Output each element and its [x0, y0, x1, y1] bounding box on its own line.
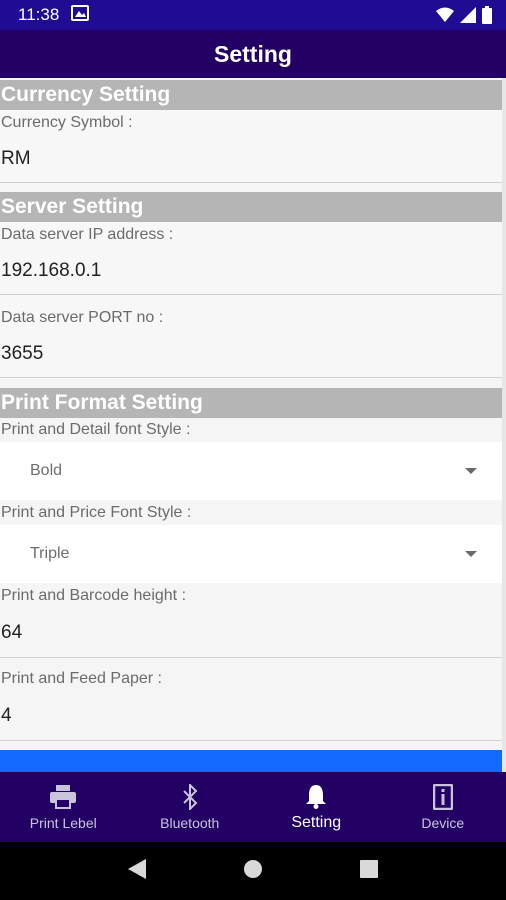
server-section-header: Server Setting: [0, 192, 502, 222]
info-icon: [432, 783, 453, 811]
server-ip-field[interactable]: 192.168.0.1: [1, 260, 101, 282]
barcode-height-field[interactable]: 64: [1, 622, 22, 644]
feed-paper-field[interactable]: 4: [1, 705, 12, 727]
detail-font-style-label: Print and Detail font Style :: [1, 421, 191, 438]
signal-icon: [460, 7, 476, 28]
nav-device[interactable]: Device: [380, 772, 506, 842]
home-icon[interactable]: [243, 859, 263, 884]
print-format-section-header: Print Format Setting: [0, 388, 502, 418]
server-port-label: Data server PORT no :: [1, 309, 164, 326]
status-time: 11:38: [18, 5, 60, 24]
bluetooth-icon: [182, 783, 198, 811]
nav-bluetooth[interactable]: Bluetooth: [127, 772, 254, 842]
app-bar: Setting: [0, 30, 506, 78]
settings-content[interactable]: Currency Setting Currency Symbol : RM Se…: [0, 78, 502, 772]
nav-print-label-text: Print Lebel: [29, 815, 97, 831]
server-port-field[interactable]: 3655: [1, 343, 43, 365]
price-font-style-value: Triple: [30, 545, 70, 562]
bottom-navigation: Print Lebel Bluetooth Setting Device: [0, 772, 506, 842]
price-font-style-label: Print and Price Font Style :: [1, 504, 192, 521]
detail-font-style-value: Bold: [30, 462, 63, 479]
printer-icon: [50, 783, 77, 811]
divider: [0, 657, 502, 658]
battery-icon: [482, 6, 492, 29]
barcode-height-label: Print and Barcode height :: [1, 587, 187, 604]
page-title: Setting: [214, 40, 292, 67]
bell-icon: [305, 782, 327, 810]
price-font-style-select[interactable]: Triple: [0, 525, 502, 583]
dropdown-caret-icon: [465, 468, 477, 474]
currency-symbol-field[interactable]: RM: [1, 148, 31, 170]
wifi-icon: [436, 7, 454, 28]
gallery-notification-icon: [71, 4, 90, 26]
recents-icon[interactable]: [359, 859, 378, 883]
nav-device-text: Device: [421, 815, 465, 831]
detail-font-style-select[interactable]: Bold: [0, 442, 502, 500]
feed-paper-label: Print and Feed Paper :: [1, 670, 162, 687]
save-action-bar[interactable]: [0, 750, 502, 772]
divider: [0, 182, 502, 183]
scrollbar-track: [502, 78, 506, 772]
system-navigation-bar: [0, 842, 506, 900]
back-icon[interactable]: [128, 858, 147, 884]
status-bar: 11:38: [0, 0, 506, 30]
currency-section-header: Currency Setting: [0, 80, 502, 110]
nav-setting-text: Setting: [291, 814, 342, 831]
divider: [0, 377, 502, 378]
dropdown-caret-icon: [465, 551, 477, 557]
currency-symbol-label: Currency Symbol :: [1, 114, 133, 131]
nav-setting[interactable]: Setting: [253, 772, 380, 842]
server-ip-label: Data server IP address :: [1, 226, 174, 243]
nav-print-label[interactable]: Print Lebel: [0, 772, 127, 842]
divider: [0, 740, 502, 741]
nav-bluetooth-text: Bluetooth: [160, 815, 220, 831]
